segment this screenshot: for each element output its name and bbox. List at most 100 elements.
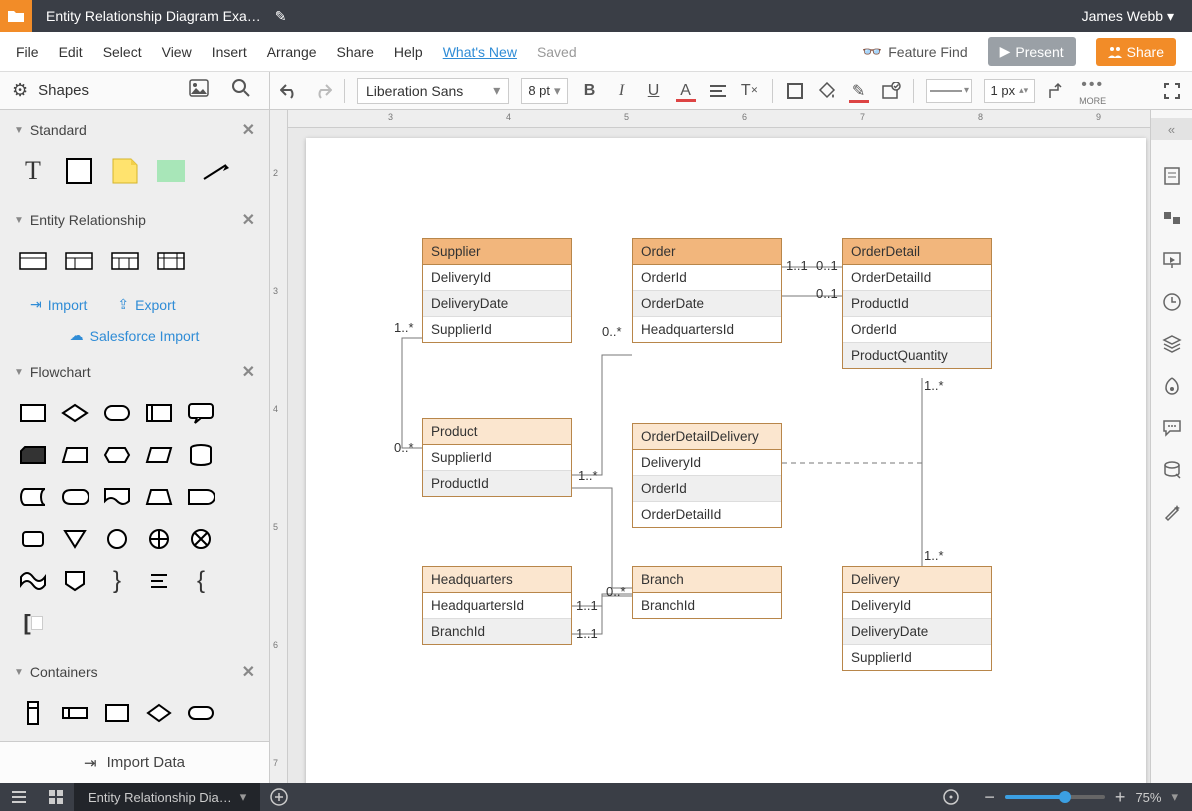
er-shape-1[interactable] xyxy=(18,246,48,276)
entity-field[interactable]: ProductId xyxy=(423,471,571,496)
italic-button[interactable]: I xyxy=(612,82,632,100)
group-er[interactable]: ▼Entity Relationship✕ xyxy=(0,200,269,240)
fc-rect[interactable] xyxy=(18,398,48,428)
comments-icon[interactable] xyxy=(1160,206,1184,230)
entity-field[interactable]: DeliveryId xyxy=(843,593,991,619)
canvas-viewport[interactable]: Supplier DeliveryId DeliveryDate Supplie… xyxy=(288,128,1150,783)
entity-header[interactable]: OrderDetail xyxy=(843,239,991,265)
font-size-select[interactable]: 8 pt▾ xyxy=(521,78,567,104)
bold-button[interactable]: B xyxy=(580,82,600,100)
zoom-out-button[interactable]: − xyxy=(984,787,995,808)
close-group-icon[interactable]: ✕ xyxy=(242,362,255,382)
fc-bracket[interactable]: [ xyxy=(18,608,48,638)
entity-supplier[interactable]: Supplier DeliveryId DeliveryDate Supplie… xyxy=(422,238,572,343)
shape-outline-button[interactable] xyxy=(785,82,805,100)
import-data-button[interactable]: ⇥ Import Data xyxy=(0,741,269,783)
cont-lane-v[interactable] xyxy=(18,698,48,728)
fc-or[interactable] xyxy=(186,524,216,554)
fc-offpage[interactable] xyxy=(60,566,90,596)
fc-r2[interactable] xyxy=(18,524,48,554)
theme-icon[interactable] xyxy=(1160,374,1184,398)
entity-field[interactable]: DeliveryDate xyxy=(423,291,571,317)
fc-card[interactable] xyxy=(18,440,48,470)
er-shape-2[interactable] xyxy=(64,246,94,276)
entity-field[interactable]: OrderDate xyxy=(633,291,781,317)
menu-edit[interactable]: Edit xyxy=(59,44,83,60)
edit-title-icon[interactable]: ✎ xyxy=(275,8,287,25)
arrow-shape[interactable] xyxy=(202,156,232,186)
menu-file[interactable]: File xyxy=(16,44,39,60)
entity-headquarters[interactable]: Headquarters HeadquartersId BranchId xyxy=(422,566,572,645)
fc-tri[interactable] xyxy=(60,524,90,554)
entity-orderdetaildelivery[interactable]: OrderDetailDelivery DeliveryId OrderId O… xyxy=(632,423,782,528)
page-settings-icon[interactable] xyxy=(1160,164,1184,188)
list-view-icon[interactable] xyxy=(0,783,38,811)
group-standard[interactable]: ▼Standard✕ xyxy=(0,110,269,150)
er-shape-4[interactable] xyxy=(156,246,186,276)
close-group-icon[interactable]: ✕ xyxy=(242,120,255,140)
layers-icon[interactable] xyxy=(1160,332,1184,356)
entity-order[interactable]: Order OrderId OrderDate HeadquartersId xyxy=(632,238,782,343)
fc-terminal[interactable] xyxy=(102,398,132,428)
font-select[interactable]: Liberation Sans▾ xyxy=(357,78,509,104)
entity-field[interactable]: DeliveryId xyxy=(633,450,781,476)
page-tab[interactable]: Entity Relationship Dia…▾ xyxy=(74,783,260,811)
menu-insert[interactable]: Insert xyxy=(212,44,247,60)
menu-whatsnew[interactable]: What's New xyxy=(443,44,517,60)
fc-diamond[interactable] xyxy=(60,398,90,428)
line-width-select[interactable]: 1 px▴▾ xyxy=(984,79,1036,103)
import-link[interactable]: ⇥Import xyxy=(30,296,87,313)
entity-field[interactable]: DeliveryId xyxy=(423,265,571,291)
fc-brace-l[interactable]: { xyxy=(186,566,216,596)
user-menu[interactable]: James Webb ▾ xyxy=(1064,8,1192,25)
undo-button[interactable] xyxy=(280,83,300,99)
close-group-icon[interactable]: ✕ xyxy=(242,662,255,682)
fc-input[interactable] xyxy=(60,440,90,470)
zoom-dropdown-icon[interactable]: ▾ xyxy=(1171,789,1178,805)
search-icon[interactable] xyxy=(225,78,257,103)
redo-button[interactable] xyxy=(312,83,332,99)
document-title[interactable]: Entity Relationship Diagram Exa… xyxy=(32,8,275,24)
menu-arrange[interactable]: Arrange xyxy=(267,44,317,60)
entity-field[interactable]: OrderId xyxy=(843,317,991,343)
entity-product[interactable]: Product SupplierId ProductId xyxy=(422,418,572,497)
menu-view[interactable]: View xyxy=(162,44,192,60)
entity-field[interactable]: BranchId xyxy=(423,619,571,644)
cont-rect[interactable] xyxy=(102,698,132,728)
fc-display[interactable] xyxy=(60,482,90,512)
zoom-value[interactable]: 75% xyxy=(1135,790,1161,805)
fc-para[interactable] xyxy=(144,440,174,470)
line-style-select[interactable]: ▾ xyxy=(926,79,972,103)
present-icon[interactable] xyxy=(1160,248,1184,272)
entity-header[interactable]: Order xyxy=(633,239,781,265)
entity-header[interactable]: Delivery xyxy=(843,567,991,593)
image-icon[interactable] xyxy=(183,79,215,102)
line-route-button[interactable] xyxy=(1047,82,1067,100)
more-button[interactable]: •••MORE xyxy=(1079,76,1106,106)
fc-tape[interactable] xyxy=(18,566,48,596)
entity-delivery[interactable]: Delivery DeliveryId DeliveryDate Supplie… xyxy=(842,566,992,671)
menu-help[interactable]: Help xyxy=(394,44,423,60)
entity-header[interactable]: Supplier xyxy=(423,239,571,265)
fc-delay[interactable] xyxy=(186,482,216,512)
close-group-icon[interactable]: ✕ xyxy=(242,210,255,230)
border-color-button[interactable]: ✎ xyxy=(849,81,869,101)
add-page-button[interactable] xyxy=(260,783,298,811)
entity-field[interactable]: SupplierId xyxy=(843,645,991,670)
text-color-button[interactable]: A xyxy=(676,82,696,100)
entity-branch[interactable]: Branch BranchId xyxy=(632,566,782,619)
document-icon[interactable] xyxy=(0,0,32,32)
group-containers[interactable]: ▼Containers✕ xyxy=(0,652,269,692)
target-icon[interactable] xyxy=(932,783,970,811)
entity-field[interactable]: SupplierId xyxy=(423,445,571,471)
entity-orderdetail[interactable]: OrderDetail OrderDetailId ProductId Orde… xyxy=(842,238,992,369)
entity-field[interactable]: OrderId xyxy=(633,476,781,502)
block-shape[interactable] xyxy=(156,156,186,186)
zoom-slider[interactable] xyxy=(1005,795,1105,799)
clear-format-button[interactable]: T✕ xyxy=(740,82,760,100)
cont-diamond[interactable] xyxy=(144,698,174,728)
entity-field[interactable]: DeliveryDate xyxy=(843,619,991,645)
entity-header[interactable]: Branch xyxy=(633,567,781,593)
salesforce-link[interactable]: ☁Salesforce Import xyxy=(70,327,200,344)
entity-field[interactable]: SupplierId xyxy=(423,317,571,342)
